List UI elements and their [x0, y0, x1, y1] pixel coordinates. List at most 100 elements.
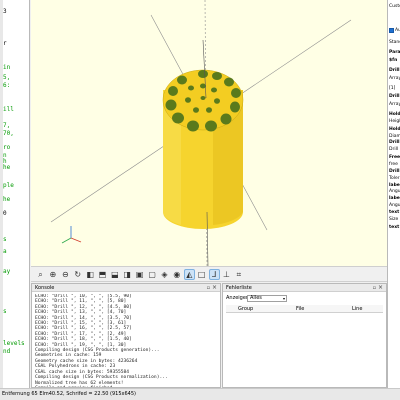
- magnifier-fit-icon: ⌕: [38, 269, 43, 279]
- customizer-item: Angul: [389, 203, 400, 208]
- column-header-file[interactable]: File: [296, 305, 304, 313]
- code-line: in: [3, 64, 11, 71]
- rotate-icon: ↻: [74, 270, 82, 279]
- customizer-item: label: [389, 196, 400, 201]
- customizer-panel: Custo Au Stand Param $fn Drill Array [1] Drill Ar…: [387, 0, 400, 388]
- code-line: 70,: [3, 130, 14, 137]
- code-line: 0: [3, 210, 7, 217]
- customizer-item: Toler: [389, 176, 400, 181]
- customizer-item: Heigh: [389, 119, 400, 124]
- cube-center-icon: ◉: [173, 270, 181, 279]
- show-axes-button[interactable]: ⅃: [208, 269, 220, 280]
- reset-view-button[interactable]: ↻: [72, 269, 83, 280]
- code-line: 6:: [3, 82, 11, 89]
- customizer-item: Drill: [389, 169, 400, 174]
- viewport-canvas: [50, 0, 352, 266]
- show-edges-button[interactable]: ⌗: [233, 269, 244, 280]
- customizer-item: Custo: [389, 4, 400, 9]
- status-bar: Entfernung 65 Elm40.52, Schrifed = 22.50…: [0, 388, 400, 400]
- customizer-item: Diame: [389, 134, 400, 139]
- view-back-button[interactable]: ▢: [147, 269, 158, 280]
- show-scale-button[interactable]: ⊥: [221, 269, 232, 280]
- customizer-item: free: [389, 162, 398, 167]
- customizer-item: label: [389, 183, 400, 188]
- filter-select[interactable]: Alles ▾: [247, 295, 287, 302]
- code-line: 5,: [3, 74, 11, 81]
- customizer-item: Au: [395, 28, 400, 33]
- console-title: Konsole: [35, 285, 55, 291]
- orthogonal-button[interactable]: □: [196, 269, 207, 280]
- chevron-down-icon: ▾: [282, 296, 285, 301]
- cube-right-icon: ◧: [86, 270, 94, 279]
- console-panel: Konsole ▫ × ECHO: "Drill ", 10, ", ", [5…: [31, 283, 221, 388]
- cube-bottom-icon: ⬓: [111, 270, 119, 279]
- view-diagonal-button[interactable]: ◈: [159, 269, 170, 280]
- customizer-item: Stand: [389, 40, 400, 45]
- view-toolbar: ⌕ ⊕ ⊖ ↻ ◧ ⬒ ⬓ ◨ ▣ ▢ ◈ ◉ ◭ □ ⅃ ⊥ ⌗: [31, 266, 387, 282]
- view-top-button[interactable]: ⬒: [97, 269, 108, 280]
- code-line: ro: [3, 144, 11, 151]
- error-table-header: Group File Line: [226, 305, 383, 313]
- zoom-in-button[interactable]: ⊕: [47, 269, 58, 280]
- customizer-item: Drill: [389, 94, 400, 99]
- code-line: ill: [3, 106, 14, 113]
- axis-indicator-icon: [61, 226, 82, 244]
- error-list-title: Fehlerliste: [226, 285, 252, 291]
- filter-select-value: Alles: [250, 295, 262, 301]
- customizer-item: Drill: [389, 68, 400, 73]
- view-front-button[interactable]: ▣: [134, 269, 145, 280]
- cube-back-icon: ▢: [148, 270, 156, 279]
- console-title-bar: Konsole ▫ ×: [32, 284, 220, 292]
- error-list-title-bar: Fehlerliste ▫ ×: [223, 284, 386, 292]
- code-line: he: [3, 164, 11, 171]
- view-left-button[interactable]: ◨: [122, 269, 133, 280]
- zoom-out-icon: ⊖: [61, 270, 69, 279]
- customizer-item: Array: [389, 102, 400, 107]
- code-line: r: [3, 40, 7, 47]
- column-header-group[interactable]: Group: [238, 305, 253, 313]
- auto-preview-checkbox[interactable]: [389, 28, 394, 33]
- status-text: Entfernung 65 Elm40.52, Schrifed = 22.50…: [2, 391, 136, 397]
- code-line: levels: [3, 340, 25, 347]
- axes-icon: ⅃: [211, 270, 217, 279]
- zoom-out-button[interactable]: ⊖: [60, 269, 71, 280]
- dock-icon[interactable]: ▫: [373, 284, 376, 292]
- view-right-button[interactable]: ◧: [85, 269, 96, 280]
- code-editor[interactable]: 3 r in 5, 6: ill 7, 70, ro n h he ple he 0 s a ay s levels n…: [0, 0, 30, 388]
- console-line: Compile and preview finished.: [35, 386, 218, 387]
- code-line: 3: [3, 8, 7, 15]
- cube-front-icon: ▣: [135, 270, 144, 279]
- orthogonal-icon: □: [197, 270, 206, 279]
- dock-icon[interactable]: ▫: [207, 284, 210, 292]
- column-header-line[interactable]: Line: [352, 305, 362, 313]
- cube-diagonal-icon: ◈: [161, 270, 168, 279]
- code-line: 7,: [3, 122, 11, 129]
- perspective-button[interactable]: ◭: [183, 269, 195, 280]
- customizer-item: Holde: [389, 112, 400, 117]
- customizer-item: $fn: [389, 58, 398, 63]
- error-list-panel: Fehlerliste ▫ × Anzeigen: Alles ▾ Group …: [222, 283, 387, 388]
- scale-markers-icon: ⊥: [223, 270, 230, 279]
- view-center-button[interactable]: ◉: [171, 269, 182, 280]
- view-all-button[interactable]: ⌕: [35, 269, 46, 280]
- customizer-item: text: [389, 225, 400, 230]
- code-line: ay: [3, 268, 11, 275]
- close-icon[interactable]: ×: [212, 284, 217, 292]
- console-output: ECHO: "Drill ", 10, ", ", [5.5, 90] ECHO:…: [35, 294, 218, 387]
- cube-top-icon: ⬒: [98, 270, 107, 279]
- customizer-item: Holde: [389, 127, 400, 132]
- 3d-viewport[interactable]: [31, 0, 387, 266]
- customizer-item: Drill: [389, 140, 400, 145]
- close-icon[interactable]: ×: [378, 284, 383, 292]
- code-line: nd: [3, 348, 11, 355]
- view-bottom-button[interactable]: ⬓: [109, 269, 120, 280]
- code-line: a: [3, 248, 7, 255]
- code-line: s: [3, 236, 7, 243]
- customizer-item: Array: [389, 76, 400, 81]
- customizer-item: text: [389, 210, 400, 215]
- zoom-in-icon: ⊕: [49, 270, 57, 279]
- cube-left-icon: ◨: [123, 270, 132, 279]
- editor-gutter: [0, 0, 3, 388]
- customizer-item: Param: [389, 50, 400, 55]
- customizer-item: Size: [389, 217, 399, 222]
